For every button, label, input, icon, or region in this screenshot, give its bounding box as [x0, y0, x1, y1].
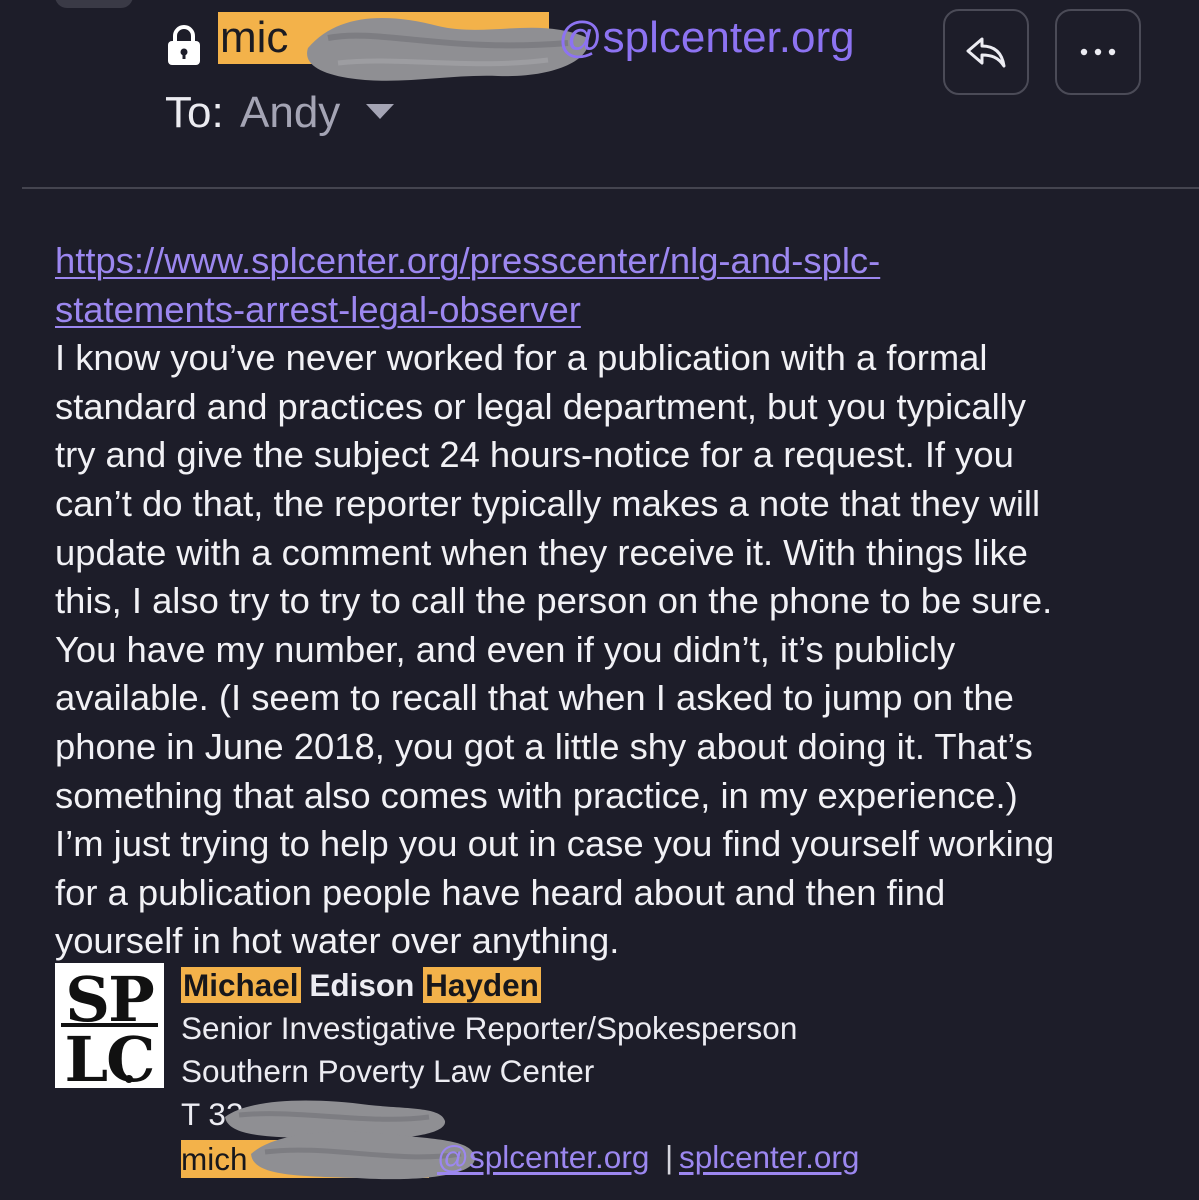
signature-name: Michael Edison Hayden	[181, 964, 797, 1007]
first-name: Michael	[181, 967, 301, 1003]
body-line: yourself in hot water over anything.	[55, 920, 620, 962]
ellipsis-icon	[1080, 48, 1116, 56]
separator: |	[665, 1139, 674, 1175]
body-line: for a publication people have heard abou…	[55, 871, 946, 913]
lock-icon	[168, 25, 200, 65]
logo-bottom-text: LC	[65, 1023, 154, 1088]
back-button-partial[interactable]	[55, 0, 133, 8]
email-body: https://www.splcenter.org/presscenter/nl…	[55, 237, 1175, 966]
recipient-name[interactable]: Andy	[240, 86, 340, 140]
email-prefix: mich	[181, 1141, 248, 1177]
link-line: statements-arrest-legal-observer	[55, 288, 581, 330]
middle-name: Edison	[309, 967, 415, 1003]
to-label: To:	[165, 88, 224, 137]
chevron-down-icon[interactable]	[364, 102, 396, 122]
reply-arrow-icon	[966, 37, 1006, 68]
email-signature: Michael Edison Hayden Senior Investigati…	[181, 964, 859, 1180]
body-line: available. (I seem to recall that when I…	[55, 677, 1014, 719]
body-line: something that also comes with practice,…	[55, 774, 1018, 816]
website-link[interactable]: splcenter.org	[679, 1136, 859, 1179]
article-link[interactable]: https://www.splcenter.org/presscenter/nl…	[55, 237, 1175, 334]
header-divider	[22, 187, 1199, 189]
signature-organization: Southern Poverty Law Center	[181, 1053, 595, 1089]
email-domain-link[interactable]: @splcenter.org	[437, 1136, 649, 1179]
sender-prefix-text: mic	[220, 13, 289, 62]
signature-contact: mich @splcenter.org | splcenter.org	[181, 1131, 859, 1180]
splc-logo: SP LC	[55, 963, 164, 1088]
body-line: update with a comment when they receive …	[55, 531, 1028, 573]
body-line: standard and practices or legal departme…	[55, 385, 1026, 427]
reply-button[interactable]	[943, 9, 1029, 95]
signature-title: Senior Investigative Reporter/Spokespers…	[181, 1010, 798, 1046]
body-line: I know you’ve never worked for a publica…	[55, 337, 988, 379]
body-line: try and give the subject 24 hours-notice…	[55, 434, 1014, 476]
link-line: https://www.splcenter.org/presscenter/nl…	[55, 240, 881, 281]
body-line: phone in June 2018, you got a little shy…	[55, 725, 1033, 767]
body-line: I’m just trying to help you out in case …	[55, 823, 1055, 865]
body-line: can’t do that, the reporter typically ma…	[55, 482, 1041, 524]
sender-domain: @splcenter.org	[558, 13, 855, 62]
more-options-button[interactable]	[1055, 9, 1141, 95]
email-view: mic @splcenter.org To: Andy https://www.…	[0, 0, 1199, 1200]
last-name: Hayden	[423, 967, 541, 1003]
redaction-scribble	[307, 18, 589, 81]
body-line: You have my number, and even if you didn…	[55, 628, 956, 670]
body-line: this, I also try to try to call the pers…	[55, 580, 1053, 622]
